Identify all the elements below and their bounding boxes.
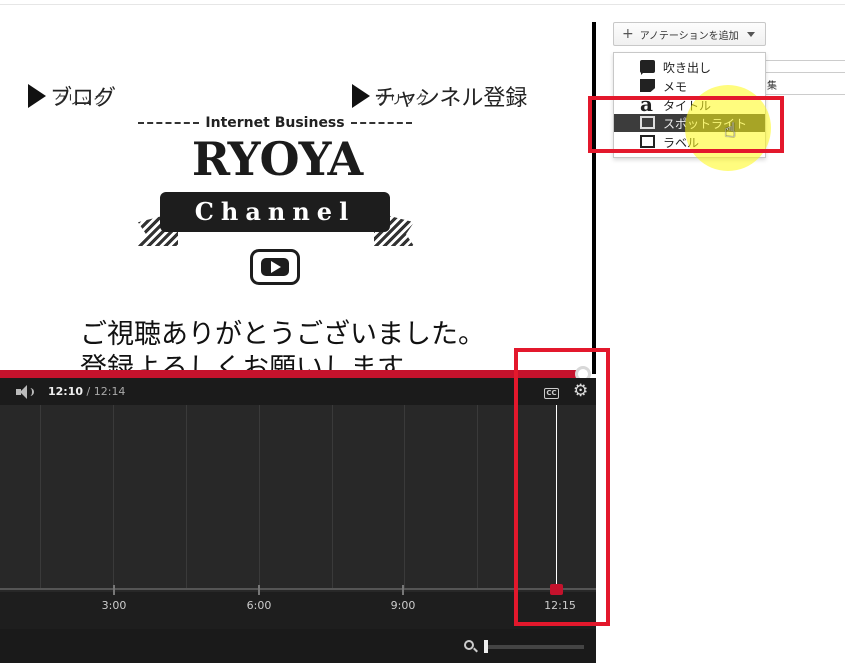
tagline-row: Internet Business [132,115,418,131]
timeline-grid-line [404,405,405,588]
time-display: 12:10 / 12:14 [48,385,125,398]
plus-icon: + [622,26,634,42]
current-time: 12:10 [48,385,84,398]
timeline-grid-line [332,405,333,588]
menu-item-label: メモ [663,80,688,94]
timeline-baseline [0,588,596,590]
timeline-grid-line [186,405,187,588]
play-triangle-icon [28,84,46,108]
speech-bubble-icon [640,60,655,75]
timeline-tick-label: 6:00 [246,599,272,612]
volume-icon[interactable] [16,385,36,399]
top-divider [0,4,845,5]
timeline-tick-label: 3:00 [101,599,127,612]
time-separator: / [86,385,91,398]
menu-item-label: 吹き出し [663,61,712,75]
zoom-slider-handle[interactable] [484,640,488,653]
panel-field-text: 集 [766,73,845,95]
timeline-tick [258,585,260,595]
timeline-grid-line [259,405,260,588]
zoom-icon [464,640,478,654]
timeline-tick [113,585,115,595]
screen: ブログ クリック チャンネル登録 クリック Internet Business … [0,0,845,663]
add-annotation-button[interactable]: + アノテーションを追加 [613,22,766,46]
timeline-grid-line [40,405,41,588]
menu-item-speech-bubble[interactable]: 吹き出し [614,58,765,76]
panel-field [766,60,845,73]
highlight-box-timeline-end [514,348,610,626]
chevron-down-icon [746,31,755,37]
timeline-ruler [0,592,596,629]
video-frame[interactable]: ブログ クリック チャンネル登録 クリック Internet Business … [0,22,592,370]
timeline-grid-line [477,405,478,588]
annotation-timeline[interactable] [0,405,596,592]
play-logo-icon [250,249,300,285]
highlight-box-menu [588,96,784,153]
progress-bar[interactable] [0,370,591,378]
add-annotation-label: アノテーションを追加 [639,30,739,42]
thanks-line-2: 登録よろしくお願いします [80,353,404,370]
channel-click-text: クリック [376,93,429,108]
tagline-text: Internet Business [205,115,345,131]
player-controls: 12:10 / 12:14 CC ⚙ [0,378,596,405]
timeline-tick-label: 9:00 [390,599,416,612]
note-icon [640,79,655,92]
brand-ribbon: Channel [160,192,390,232]
zoom-slider-track[interactable] [484,645,584,649]
blog-click-text: クリック [54,93,107,108]
play-triangle-icon [352,84,370,108]
timeline-grid-line [113,405,114,588]
duration: 12:14 [93,385,126,398]
timeline-tick [402,585,404,595]
